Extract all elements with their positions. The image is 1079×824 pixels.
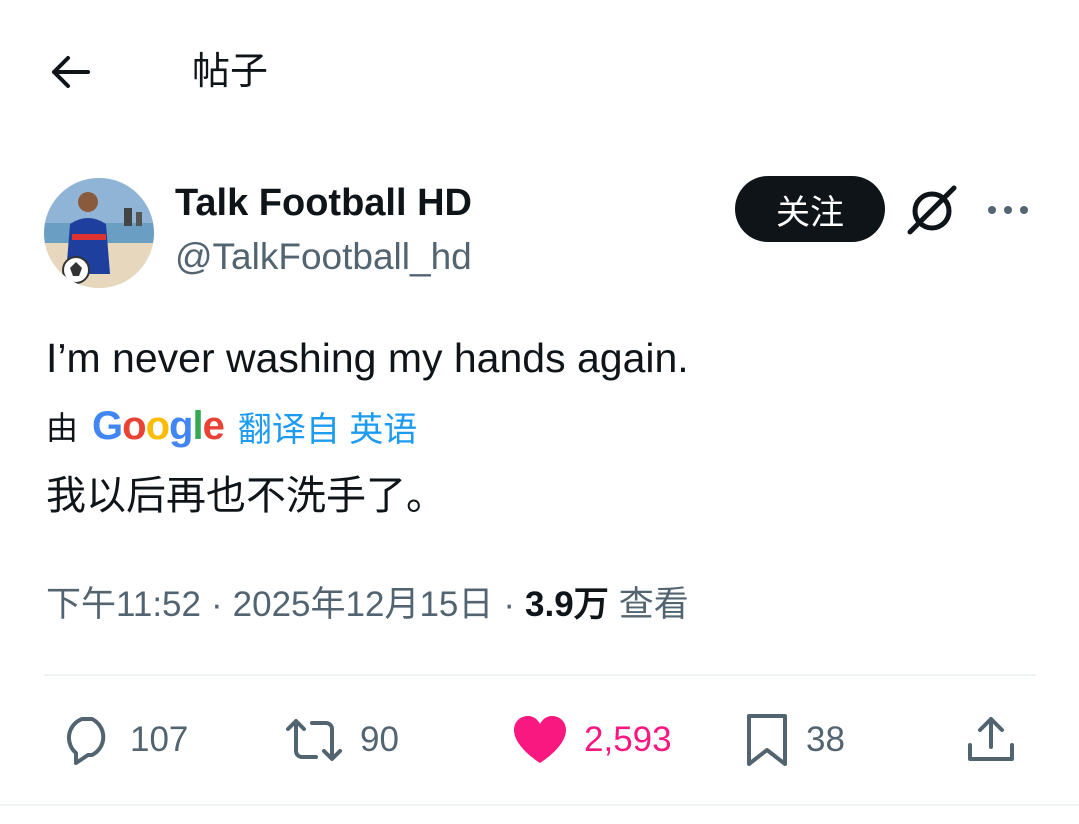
more-options-button[interactable]	[982, 190, 1034, 230]
share-icon	[968, 717, 1014, 761]
google-logo-letter: G	[92, 403, 123, 448]
divider	[0, 804, 1079, 806]
separator-dot: ·	[211, 585, 223, 624]
bookmark-button[interactable]: 38	[742, 710, 845, 770]
bookmark-icon	[747, 714, 787, 766]
bookmark-count: 38	[806, 720, 845, 759]
like-count: 2,593	[584, 720, 672, 759]
divider	[44, 674, 1036, 676]
views-label: 查看	[618, 585, 689, 624]
google-logo-letter: l	[192, 403, 203, 448]
grok-button[interactable]	[902, 182, 964, 238]
more-horizontal-icon	[988, 206, 1028, 214]
reply-count: 107	[130, 720, 189, 759]
author-display-name[interactable]: Talk Football HD	[175, 180, 472, 226]
author-handle[interactable]: @TalkFootball_hd	[175, 234, 472, 280]
tweet-meta: 下午11:52 · 2025年12月15日 · 3.9万 查看	[46, 580, 689, 630]
reply-button[interactable]: 107	[58, 710, 188, 770]
translated-by-label: 由	[46, 410, 79, 446]
translation-attribution: 由 Google 翻译自 英语	[46, 400, 417, 452]
google-logo: Google	[92, 403, 225, 449]
google-logo-letter: o	[145, 403, 170, 448]
tweet-text: I’m never washing my hands again.	[46, 335, 689, 381]
translated-text: 我以后再也不洗手了。	[46, 474, 446, 518]
back-button[interactable]	[44, 48, 96, 96]
heart-icon	[514, 716, 566, 763]
retweet-button[interactable]: 90	[282, 710, 399, 770]
follow-button[interactable]: 关注	[735, 176, 885, 242]
separator-dot: ·	[503, 585, 516, 624]
google-logo-letter: e	[202, 403, 225, 448]
tweet-time[interactable]: 下午11:52	[46, 580, 201, 630]
page-title: 帖子	[192, 51, 269, 93]
google-logo-letter: g	[169, 403, 193, 448]
tweet-date[interactable]: 2025年12月15日	[233, 580, 494, 630]
arrow-left-icon	[52, 56, 90, 88]
reply-icon	[66, 717, 106, 765]
translated-from-link[interactable]: 翻译自 英语	[238, 402, 417, 451]
retweet-count: 90	[360, 720, 399, 759]
google-logo-letter: o	[122, 403, 146, 448]
retweet-icon	[286, 719, 342, 761]
grok-icon	[907, 185, 957, 235]
share-button[interactable]	[964, 710, 1018, 770]
views-count[interactable]: 3.9万	[525, 580, 609, 630]
like-button[interactable]: 2,593	[510, 710, 672, 770]
avatar[interactable]	[44, 178, 154, 288]
